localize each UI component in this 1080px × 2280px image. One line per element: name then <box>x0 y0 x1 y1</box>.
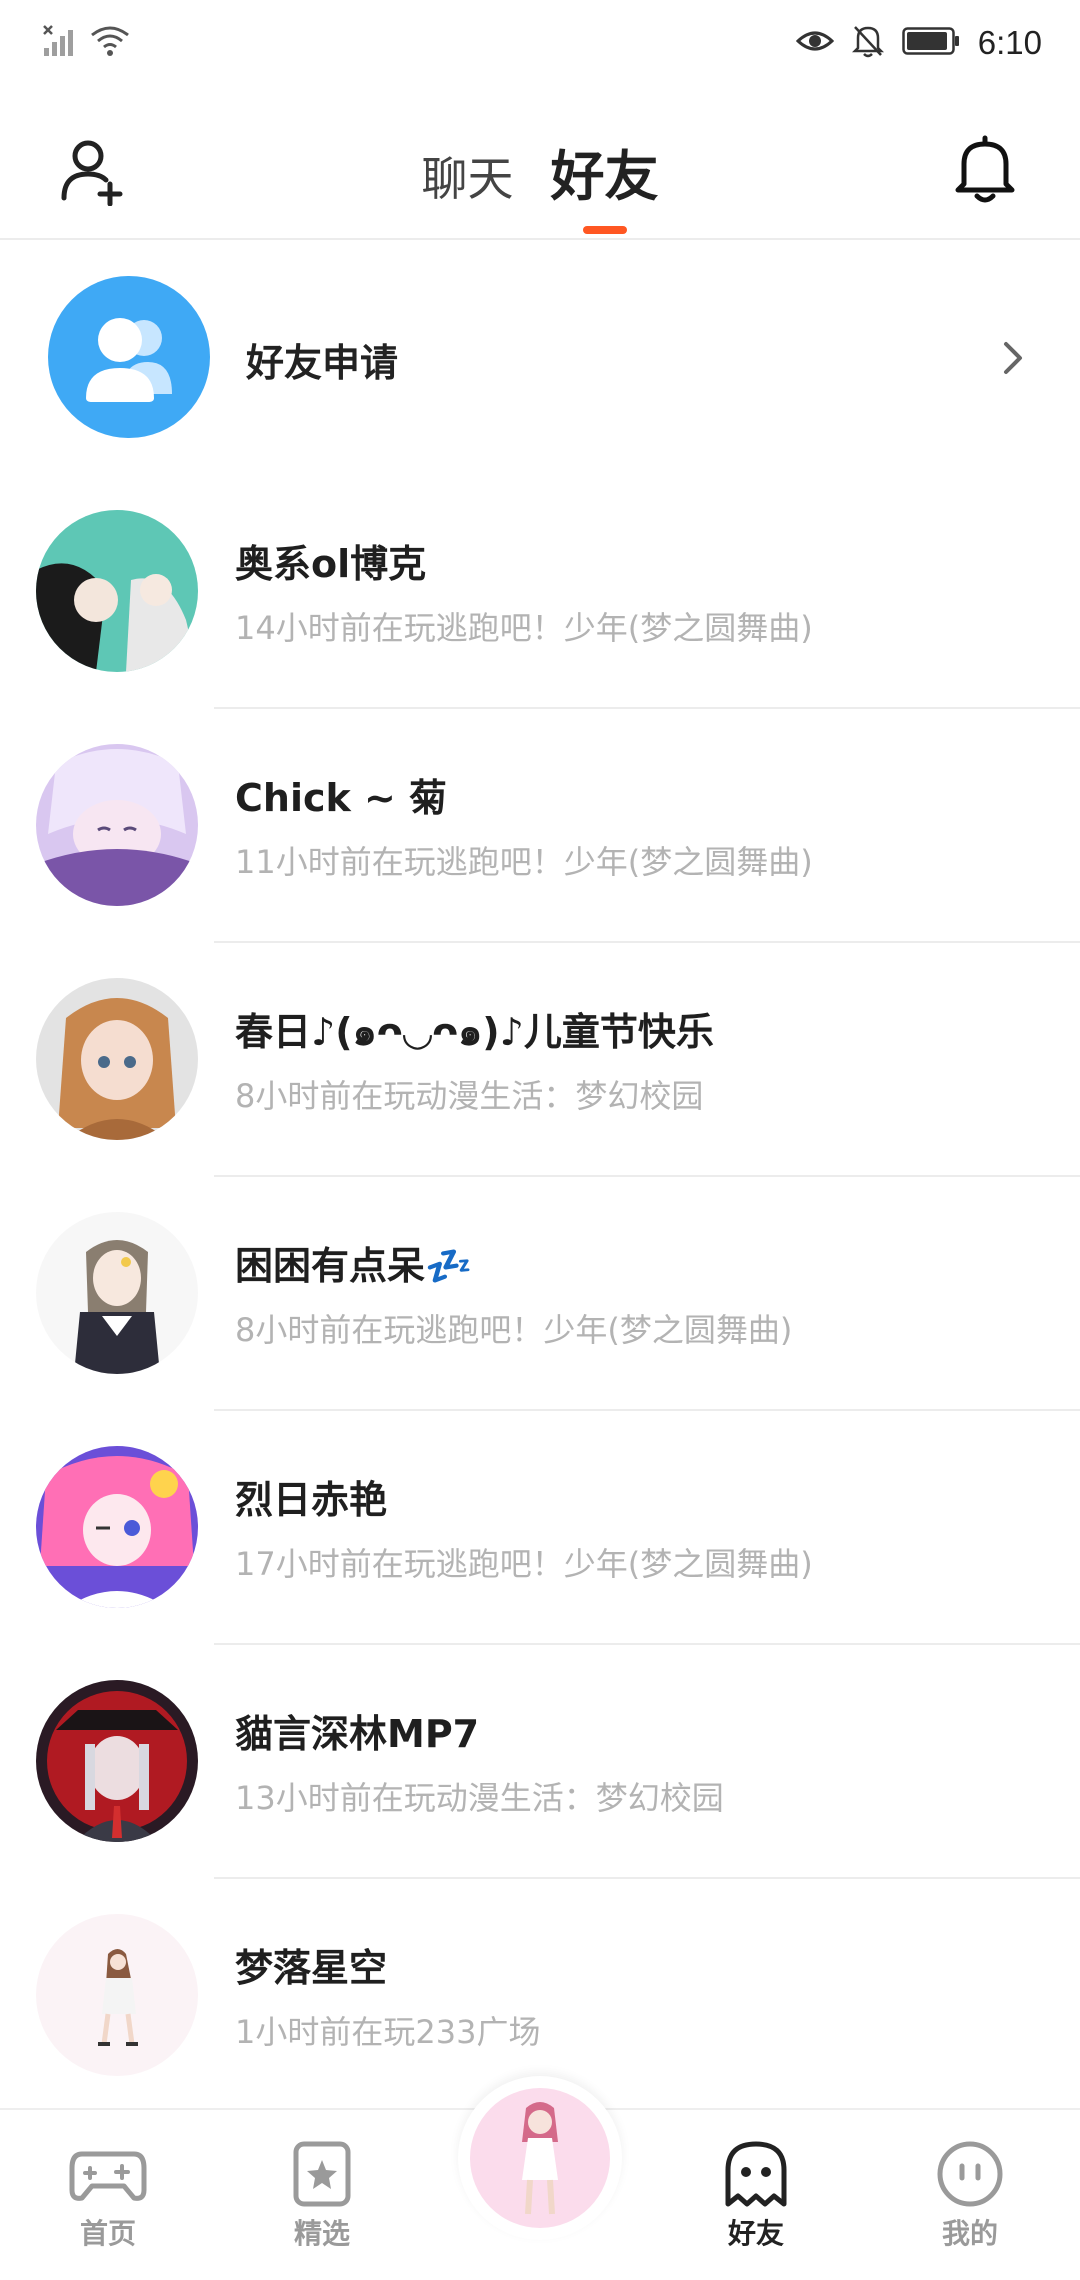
friend-status: 13小时前在玩动漫生活：梦幻校园 <box>235 1779 724 1817</box>
friend-status: 1小时前在玩233广场 <box>235 2013 541 2051</box>
wifi-icon <box>90 25 130 61</box>
friend-name: 春日♪(๑ᴖ◡ᴖ๑)♪儿童节快乐 <box>235 1010 714 1054</box>
nav-me-label: 我的 <box>941 2217 998 2250</box>
list-item[interactable]: Chick ~ 菊 11小时前在玩逃跑吧！少年(梦之圆舞曲) <box>0 709 1080 943</box>
center-avatar[interactable] <box>470 2088 610 2228</box>
friend-request-label: 好友申请 <box>246 341 399 385</box>
avatar[interactable] <box>36 744 198 906</box>
ghost-icon <box>716 2138 796 2208</box>
top-bar: 聊天 好友 <box>0 92 1080 240</box>
gamepad-icon <box>68 2138 148 2208</box>
nav-me[interactable]: 我的 <box>910 2138 1030 2252</box>
friend-status: 8小时前在玩动漫生活：梦幻校园 <box>235 1077 704 1115</box>
header-tabs: 聊天 好友 <box>0 132 1080 234</box>
tab-active-indicator <box>582 226 627 234</box>
chevron-right-icon <box>1000 338 1028 378</box>
list-item[interactable]: 貓言深林MP7 13小时前在玩动漫生活：梦幻校园 <box>0 1645 1080 1879</box>
bell-off-icon <box>851 24 884 62</box>
nav-friends-label: 好友 <box>696 2212 816 2258</box>
friend-status: 14小时前在玩逃跑吧！少年(梦之圆舞曲) <box>235 609 813 647</box>
avatar[interactable] <box>36 1212 198 1374</box>
friend-name: 困困有点呆💤 <box>235 1244 473 1288</box>
friend-status: 8小时前在玩逃跑吧！少年(梦之圆舞曲) <box>235 1311 793 1349</box>
tab-friends[interactable]: 好友 <box>550 132 659 234</box>
friend-name: Chick ~ 菊 <box>235 776 448 820</box>
friend-name: 奥系ol博克 <box>235 542 427 586</box>
nav-friends[interactable]: 好友 <box>696 2138 816 2258</box>
status-time: 6:10 <box>977 24 1042 61</box>
tab-chat[interactable]: 聊天 <box>421 143 513 209</box>
friend-name: 烈日赤艳 <box>235 1478 388 1522</box>
avatar[interactable] <box>36 978 198 1140</box>
friend-list: 奥系ol博克 14小时前在玩逃跑吧！少年(梦之圆舞曲) Chick ~ 菊 11… <box>0 475 1080 2113</box>
eye-icon <box>795 27 834 59</box>
friend-name: 梦落星空 <box>235 1946 388 1990</box>
nav-friends-text: 好友 <box>727 2217 784 2250</box>
friends-group-icon <box>48 276 210 438</box>
status-bar: 6:10 <box>0 0 1080 92</box>
friend-status: 17小时前在玩逃跑吧！少年(梦之圆舞曲) <box>235 1545 813 1583</box>
face-icon <box>930 2138 1010 2208</box>
friend-request-row[interactable]: 好友申请 <box>0 240 1080 475</box>
avatar[interactable] <box>36 1914 198 2076</box>
nav-featured[interactable]: 精选 <box>262 2138 382 2252</box>
list-item[interactable]: 奥系ol博克 14小时前在玩逃跑吧！少年(梦之圆舞曲) <box>0 475 1080 709</box>
tab-friends-label: 好友 <box>550 145 659 208</box>
nav-home-label: 首页 <box>79 2217 136 2250</box>
list-item[interactable]: 困困有点呆💤 8小时前在玩逃跑吧！少年(梦之圆舞曲) <box>0 1177 1080 1411</box>
notifications-button[interactable] <box>950 132 1020 206</box>
bell-icon <box>950 135 1020 210</box>
star-card-icon <box>282 2138 362 2208</box>
avatar[interactable] <box>36 1680 198 1842</box>
avatar[interactable] <box>36 1446 198 1608</box>
avatar[interactable] <box>36 510 198 672</box>
list-item[interactable]: 春日♪(๑ᴖ◡ᴖ๑)♪儿童节快乐 8小时前在玩动漫生活：梦幻校园 <box>0 943 1080 1177</box>
battery-icon <box>902 27 960 59</box>
nav-home[interactable]: 首页 <box>48 2138 168 2252</box>
list-item[interactable]: 烈日赤艳 17小时前在玩逃跑吧！少年(梦之圆舞曲) <box>0 1411 1080 1645</box>
no-sim-signal-icon <box>42 24 78 62</box>
friend-status: 11小时前在玩逃跑吧！少年(梦之圆舞曲) <box>235 843 813 881</box>
friend-name: 貓言深林MP7 <box>235 1712 480 1756</box>
nav-featured-label: 精选 <box>293 2217 350 2250</box>
